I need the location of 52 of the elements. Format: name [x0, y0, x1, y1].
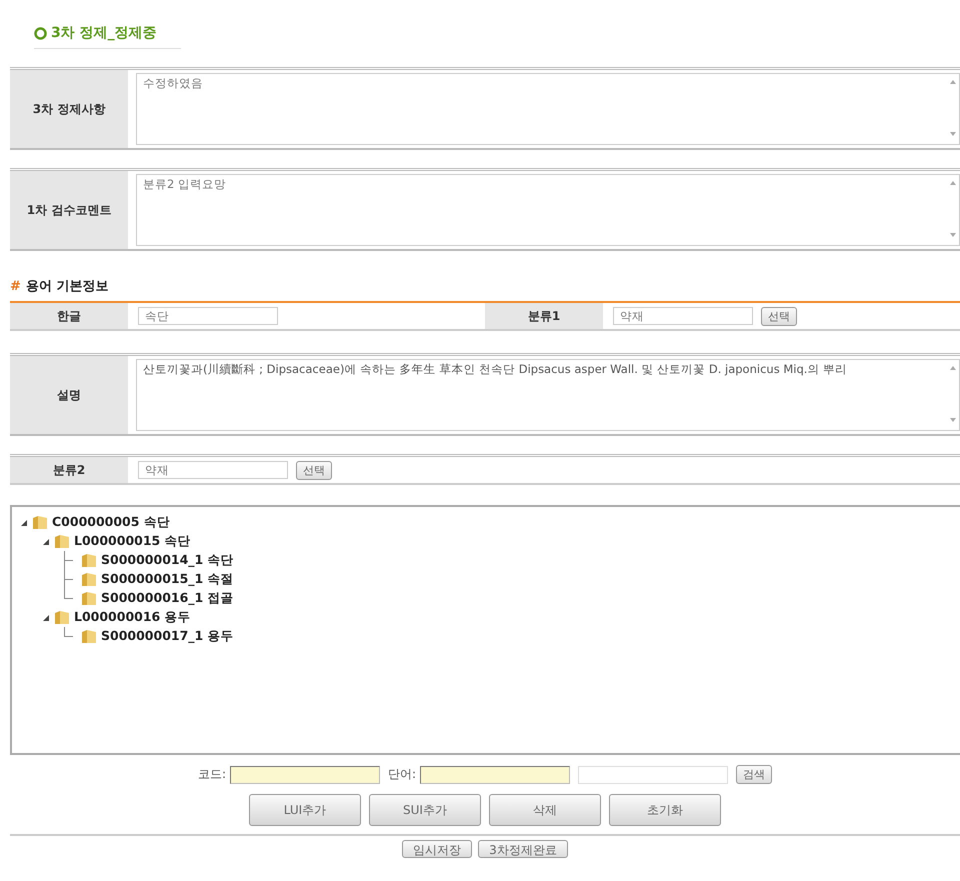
action-button[interactable]: 삭제: [489, 794, 601, 826]
tree-item[interactable]: S000000014_1 속단: [101, 552, 234, 569]
circle-icon: [34, 26, 47, 40]
input-field[interactable]: 약재: [138, 461, 288, 479]
word-label: 단어:: [388, 766, 416, 783]
search-button[interactable]: 검색: [736, 765, 772, 784]
tree-item[interactable]: C000000005 속단: [52, 514, 170, 531]
folder-icon: [81, 572, 97, 587]
field-label: 분류2: [10, 457, 128, 483]
tree-item[interactable]: L000000015 속단: [74, 533, 191, 550]
scrollbar[interactable]: [949, 78, 957, 138]
action-button[interactable]: LUI추가: [249, 794, 361, 826]
folder-icon: [81, 553, 97, 568]
action-button[interactable]: 초기화: [609, 794, 721, 826]
folder-icon: [54, 610, 70, 625]
select-button[interactable]: 선택: [761, 306, 797, 326]
tree-connector: [64, 551, 73, 570]
input-field[interactable]: [578, 766, 728, 784]
collapse-triangle-icon[interactable]: [20, 518, 28, 526]
field-label: 설명: [10, 356, 128, 434]
tree-item[interactable]: S000000015_1 속절: [101, 571, 234, 588]
field-label: 한글: [10, 303, 128, 329]
select-button[interactable]: 선택: [296, 460, 332, 480]
footer-button[interactable]: 3차정제완료: [478, 840, 568, 858]
section-heading: 용어 기본정보: [26, 278, 108, 295]
collapse-triangle-icon[interactable]: [42, 614, 50, 622]
scrollbar[interactable]: [949, 364, 957, 424]
hash-mark: #: [10, 278, 21, 294]
scrollbar[interactable]: [949, 179, 957, 239]
action-button[interactable]: SUI추가: [369, 794, 481, 826]
code-label: 코드:: [198, 766, 226, 783]
text-area[interactable]: 수정하였음: [136, 73, 960, 145]
text-area[interactable]: 산토끼꽃과(川續斷科 ; Dipsacaceae)에 속하는 多年生 草本인 천속단 Dipsacus asper Wall. 및 산토끼꽃 D. japonicus Miq.의 뿌리: [136, 359, 960, 431]
tree-item[interactable]: L000000016 용두: [74, 609, 191, 626]
input-field[interactable]: 약재: [613, 307, 753, 325]
input-field[interactable]: 속단: [138, 307, 278, 325]
footer-button[interactable]: 임시저장: [402, 840, 472, 858]
collapse-triangle-icon[interactable]: [42, 538, 50, 546]
field-label: 분류1: [485, 303, 603, 329]
folder-icon: [54, 534, 70, 549]
folder-icon: [81, 591, 97, 606]
field-label: 3차 정제사항: [10, 70, 128, 148]
tree-connector: [64, 627, 73, 637]
word-input[interactable]: [420, 766, 570, 784]
folder-icon: [81, 629, 97, 644]
folder-icon: [32, 515, 48, 530]
page-title: 3차 정제_정제중: [51, 24, 157, 42]
field-label: 1차 검수코멘트: [10, 171, 128, 249]
tree-item[interactable]: S000000017_1 용두: [101, 628, 234, 645]
tree-item[interactable]: S000000016_1 접골: [101, 590, 234, 607]
text-area[interactable]: 분류2 입력요망: [136, 174, 960, 246]
code-input[interactable]: [230, 766, 380, 784]
